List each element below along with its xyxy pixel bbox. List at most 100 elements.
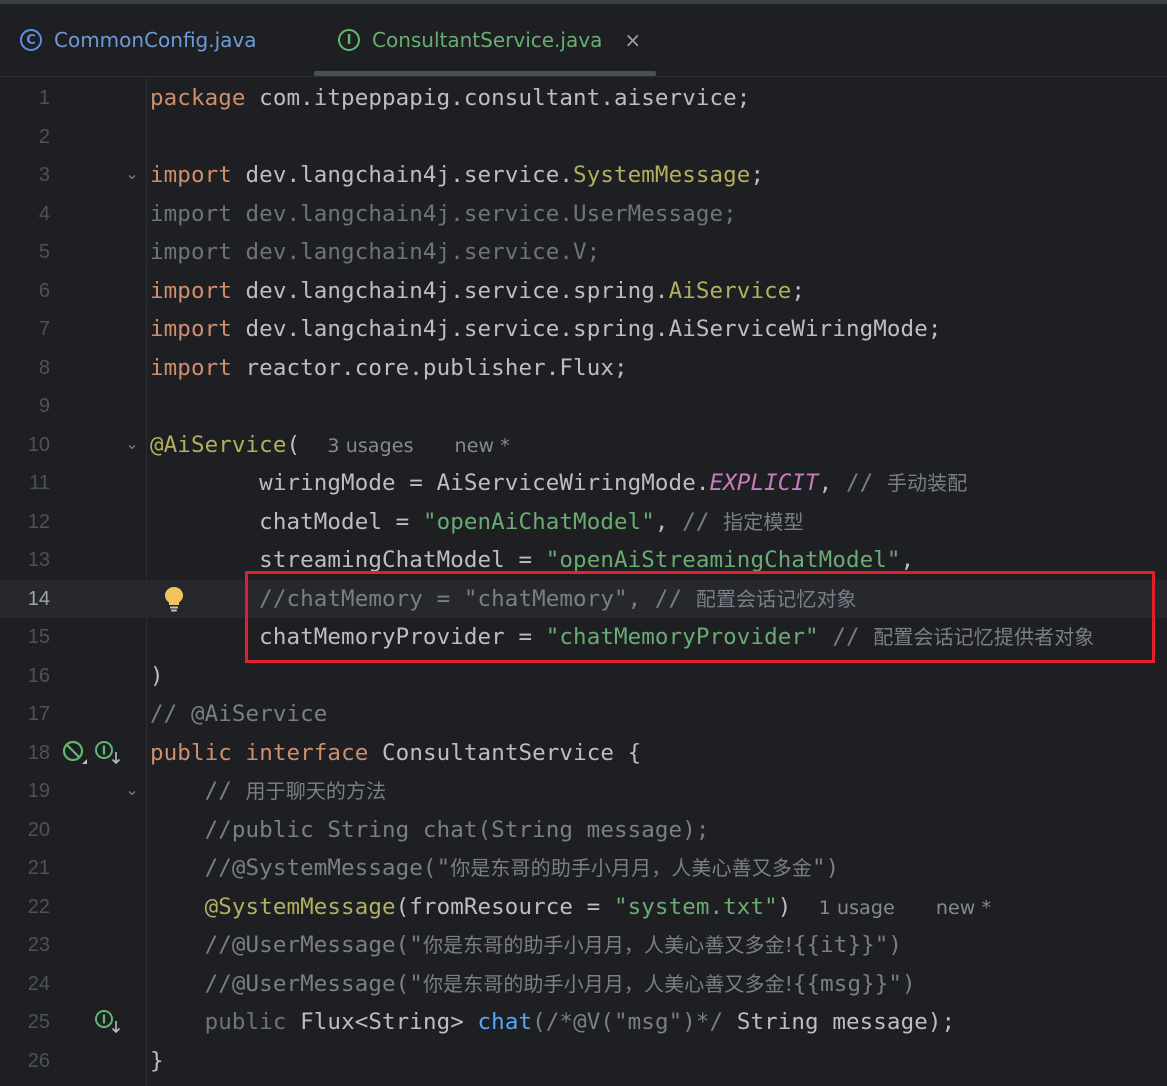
- code-text: dev.langchain4j.service.spring.: [231, 277, 669, 304]
- line-number: 14: [27, 587, 50, 610]
- code-text: }: [150, 1047, 164, 1074]
- line-number: 4: [38, 202, 50, 225]
- comment-text: 手动装配: [886, 471, 968, 495]
- fold-chevron-icon[interactable]: ⌄: [123, 781, 141, 799]
- enum-constant: EXPLICIT: [709, 470, 819, 496]
- tab-label: CommonConfig.java: [54, 28, 257, 52]
- code-line: 10 ⌄ @AiService( 3 usages new *: [0, 426, 1167, 465]
- code-line: 9: [0, 387, 1167, 426]
- tab-consultantservice[interactable]: I ConsultantService.java ×: [338, 4, 641, 76]
- code-line: 19 ⌄ // 用于聊天的方法: [0, 772, 1167, 811]
- code-text: dev.langchain4j.service.spring.AiService…: [231, 316, 942, 342]
- code-line: 5 import dev.langchain4j.service.V;: [0, 233, 1167, 272]
- comment-text: 你是东哥的助手小月月，人美心善又多金!: [422, 971, 793, 996]
- author-hint[interactable]: new *: [455, 435, 510, 457]
- code-line: 8 import reactor.core.publisher.Flux;: [0, 349, 1167, 388]
- keyword: package: [150, 85, 246, 111]
- code-text: ;: [791, 277, 806, 304]
- line-number: 21: [27, 857, 50, 879]
- unused-import: import dev.langchain4j.service.UserMessa…: [150, 200, 737, 227]
- code-line: 22 @SystemMessage(fromResource = "system…: [0, 888, 1167, 927]
- code-text: ,: [900, 547, 915, 573]
- no-implementation-icon[interactable]: [62, 740, 88, 766]
- line-number: 2: [38, 125, 50, 148]
- string-literal: "openAiChatModel": [422, 508, 655, 535]
- code-text: ConsultantService {: [368, 739, 642, 766]
- line-number: 20: [27, 818, 50, 841]
- class-ref: AiService: [668, 277, 792, 304]
- code-text: streamingChatModel =: [150, 547, 546, 573]
- code-line: 4 import dev.langchain4j.service.UserMes…: [0, 195, 1167, 234]
- code-text: ): [150, 662, 164, 689]
- implemented-method-icon[interactable]: I: [94, 1009, 122, 1035]
- editor-tab-bar: C CommonConfig.java I ConsultantService.…: [0, 4, 1167, 77]
- line-number: 26: [27, 1049, 50, 1072]
- comment: //public String chat(String message);: [150, 816, 710, 843]
- class-ref: SystemMessage: [573, 162, 751, 188]
- keyword: import: [150, 277, 232, 304]
- code-text: com.itpeppapig.consultant.aiservice;: [245, 85, 751, 111]
- comment: {{msg}}"): [792, 970, 916, 997]
- comment: //@UserMessage(": [150, 970, 423, 997]
- keyword: public: [204, 1009, 287, 1035]
- comment: //: [845, 470, 887, 496]
- code-text: wiringMode = AiServiceWiringMode.: [150, 470, 710, 496]
- comment-text: 用于聊天的方法: [245, 779, 387, 803]
- line-number: 18: [27, 741, 50, 764]
- fold-chevron-icon[interactable]: ⌄: [123, 165, 141, 183]
- comment: // @AiService: [150, 701, 328, 727]
- tab-commonconfig[interactable]: C CommonConfig.java: [20, 4, 257, 76]
- comment: //: [150, 778, 246, 804]
- line-number: 16: [27, 664, 50, 687]
- line-number: 13: [27, 549, 50, 571]
- line-number: 5: [38, 241, 50, 263]
- author-hint[interactable]: new *: [936, 897, 991, 919]
- keyword: import: [150, 354, 232, 381]
- code-line: 24 //@UserMessage("你是东哥的助手小月月，人美心善又多金!{{…: [0, 965, 1167, 1004]
- code-line: 1 package com.itpeppapig.consultant.aise…: [0, 79, 1167, 118]
- line-number: 23: [27, 934, 50, 956]
- keyword: public: [150, 739, 232, 766]
- code-text: ,: [818, 470, 846, 496]
- implemented-interface-icon[interactable]: I: [94, 740, 122, 766]
- usages-hint[interactable]: 3 usages: [327, 435, 413, 457]
- line-number: 3: [38, 164, 50, 186]
- class-icon: C: [20, 29, 42, 51]
- close-icon[interactable]: ×: [624, 28, 641, 52]
- code-text: ): [777, 893, 792, 920]
- keyword: interface: [245, 739, 369, 766]
- comment: //: [682, 508, 724, 535]
- active-tab-indicator: [314, 71, 656, 76]
- code-text: reactor.core.publisher.Flux;: [231, 354, 628, 381]
- line-number: 15: [27, 626, 50, 648]
- method-name: chat: [477, 1009, 533, 1035]
- fold-chevron-icon[interactable]: ⌄: [123, 434, 141, 453]
- line-number: 8: [38, 356, 50, 379]
- comment: {{it}}"): [792, 932, 903, 958]
- code-line: 23 //@UserMessage("你是东哥的助手小月月，人美心善又多金!{{…: [0, 926, 1167, 965]
- code-line: 3 ⌄ import dev.langchain4j.service.Syste…: [0, 156, 1167, 195]
- code-line: 17 // @AiService: [0, 695, 1167, 734]
- code-line: 6 import dev.langchain4j.service.spring.…: [0, 272, 1167, 311]
- line-number: 17: [27, 703, 50, 725]
- comment: (/*@V("msg")*/: [532, 1009, 724, 1035]
- line-number: 6: [38, 279, 50, 302]
- svg-text:I: I: [102, 743, 106, 757]
- line-number: 11: [29, 472, 50, 494]
- keyword: import: [150, 162, 232, 188]
- highlight-box: [245, 571, 1155, 663]
- line-number: 10: [27, 433, 50, 456]
- code-text: dev.langchain4j.service.: [231, 162, 574, 188]
- code-text: (fromResource =: [395, 893, 614, 920]
- code-line: 21 //@SystemMessage("你是东哥的助手小月月，人美心善又多金"…: [0, 849, 1167, 888]
- comment-text: 指定模型: [723, 509, 804, 534]
- code-text: String message);: [723, 1009, 956, 1035]
- comment: "): [812, 855, 840, 881]
- annotation: @AiService: [150, 431, 287, 458]
- comment: //@SystemMessage(": [150, 855, 451, 881]
- usages-hint[interactable]: 1 usage: [819, 897, 895, 919]
- annotation: @SystemMessage: [204, 893, 396, 920]
- line-number: 22: [27, 895, 50, 918]
- line-number: 1: [38, 87, 50, 109]
- code-text: (: [286, 431, 301, 458]
